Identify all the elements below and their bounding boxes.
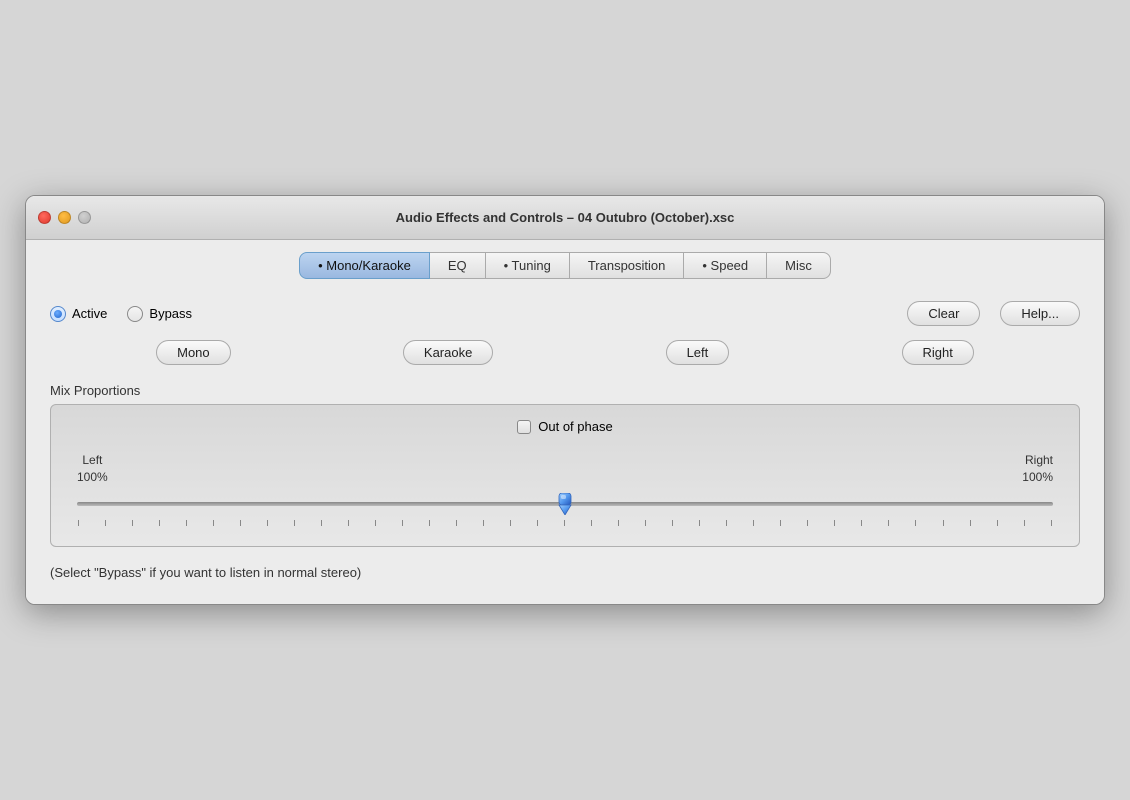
radio-bypass-circle [127,306,143,322]
tick-mark [943,520,944,526]
tick-mark [1024,520,1025,526]
lr-labels: Left 100% Right 100% [77,452,1053,486]
titlebar: Audio Effects and Controls – 04 Outubro … [26,196,1104,240]
tab-tuning[interactable]: • Tuning [486,252,570,279]
tick-mark [807,520,808,526]
tab-transposition[interactable]: Transposition [570,252,685,279]
tick-mark [780,520,781,526]
tick-mark [834,520,835,526]
radio-active-dot [54,310,62,318]
tick-mark [1051,520,1052,526]
karaoke-button[interactable]: Karaoke [403,340,493,365]
tick-mark [537,520,538,526]
row-active-bypass: Active Bypass Clear Help... [50,301,1080,326]
slider-container [77,490,1053,518]
tick-mark [699,520,700,526]
radio-group: Active Bypass [50,306,192,322]
out-of-phase-label: Out of phase [538,419,612,434]
radio-active-label: Active [72,306,107,321]
tick-mark [997,520,998,526]
tick-mark [726,520,727,526]
tick-mark [672,520,673,526]
radio-bypass-label: Bypass [149,306,192,321]
left-label: Left [77,452,108,469]
slider-thumb[interactable] [556,493,574,515]
tab-bar: • Mono/Karaoke EQ • Tuning Transposition… [42,252,1088,279]
tick-mark [105,520,106,526]
tick-mark [267,520,268,526]
right-label: Right [1022,452,1053,469]
tick-mark [321,520,322,526]
window-title: Audio Effects and Controls – 04 Outubro … [396,210,735,225]
tick-mark [861,520,862,526]
main-window: Audio Effects and Controls – 04 Outubro … [25,195,1105,605]
tick-mark [402,520,403,526]
tick-mark [240,520,241,526]
slider-area: Left 100% Right 100% [71,452,1059,526]
close-button[interactable] [38,211,51,224]
help-button[interactable]: Help... [1000,301,1080,326]
left-label-group: Left 100% [77,452,108,486]
tick-mark [213,520,214,526]
tick-mark [159,520,160,526]
tab-speed[interactable]: • Speed [684,252,767,279]
right-button[interactable]: Right [902,340,974,365]
right-pct: 100% [1022,469,1053,486]
tick-mark [618,520,619,526]
slider-thumb-icon [556,493,574,515]
radio-active-circle [50,306,66,322]
slider-track [77,502,1053,506]
tick-mark [915,520,916,526]
tick-mark [456,520,457,526]
tick-marks [77,520,1053,526]
tick-mark [78,520,79,526]
maximize-button[interactable] [78,211,91,224]
hint-text: (Select "Bypass" if you want to listen i… [50,565,1080,580]
tick-mark [132,520,133,526]
mono-button[interactable]: Mono [156,340,231,365]
out-of-phase-row: Out of phase [71,419,1059,434]
tick-mark [348,520,349,526]
row-channel-buttons: Mono Karaoke Left Right [50,340,1080,365]
tick-mark [429,520,430,526]
tick-mark [645,520,646,526]
tick-mark [294,520,295,526]
radio-bypass[interactable]: Bypass [127,306,192,322]
tab-misc[interactable]: Misc [767,252,831,279]
tick-mark [510,520,511,526]
tick-mark [375,520,376,526]
tick-mark [564,520,565,526]
tick-mark [591,520,592,526]
tick-mark [483,520,484,526]
main-panel: Active Bypass Clear Help... Mono Karaoke… [42,297,1088,584]
left-pct: 100% [77,469,108,486]
clear-button[interactable]: Clear [907,301,980,326]
content-area: • Mono/Karaoke EQ • Tuning Transposition… [26,240,1104,604]
tab-eq[interactable]: EQ [430,252,486,279]
tick-mark [753,520,754,526]
tab-mono-karaoke[interactable]: • Mono/Karaoke [299,252,430,279]
minimize-button[interactable] [58,211,71,224]
out-of-phase-checkbox[interactable] [517,420,531,434]
mix-box: Out of phase Left 100% Right 100% [50,404,1080,547]
radio-active[interactable]: Active [50,306,107,322]
tick-mark [186,520,187,526]
tick-mark [970,520,971,526]
right-label-group: Right 100% [1022,452,1053,486]
traffic-lights [38,211,91,224]
left-button[interactable]: Left [666,340,730,365]
tick-mark [888,520,889,526]
mix-section-label: Mix Proportions [50,383,1080,398]
